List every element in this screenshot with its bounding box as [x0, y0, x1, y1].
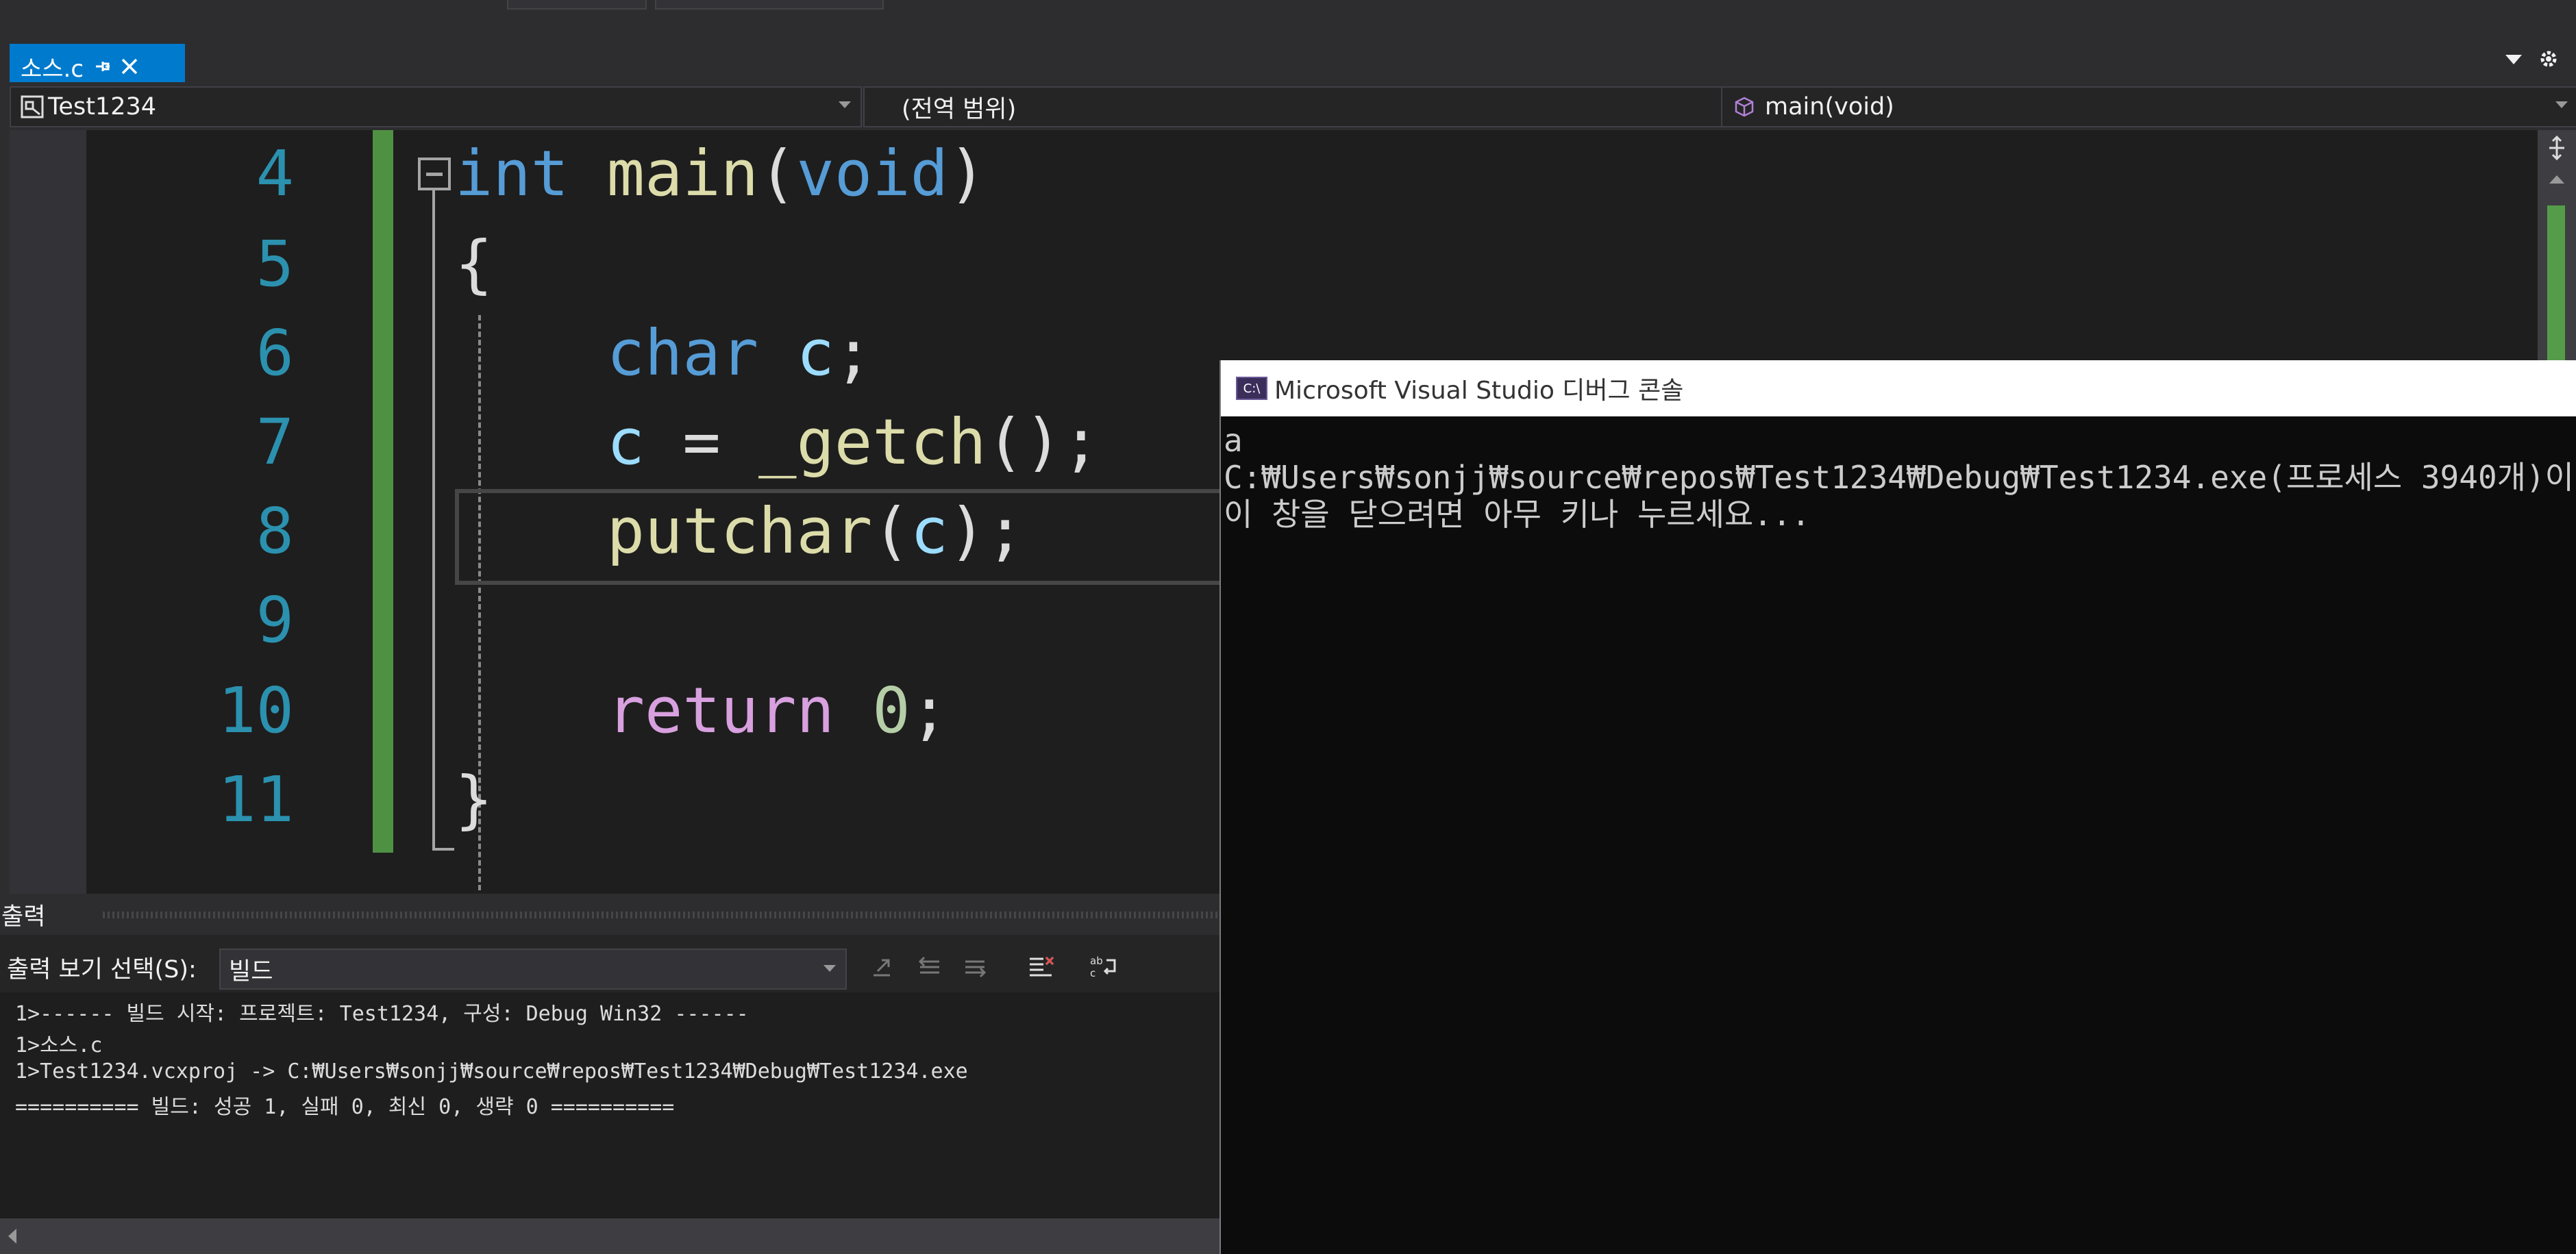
console-title: Microsoft Visual Studio 디버그 콘솔	[1274, 377, 1684, 405]
horizontal-scrollbar[interactable]	[0, 1218, 1221, 1254]
keyword: return	[606, 674, 834, 747]
output-title-bar: 출력	[0, 894, 1222, 935]
punctuation: ();	[986, 405, 1100, 479]
scope-label: (전역 범위)	[902, 95, 1017, 123]
chevron-down-icon	[823, 965, 836, 972]
output-line: 1>------ 빌드 시작: 프로젝트: Test1234, 구성: Debu…	[15, 1002, 749, 1026]
output-line: 1>Test1234.vcxproj -> C:₩Users₩sonjj₩sou…	[15, 1059, 968, 1083]
variable: c	[910, 494, 949, 568]
keyword: char	[606, 316, 759, 390]
code-line-5[interactable]: {	[455, 230, 493, 299]
line-number: 5	[256, 227, 294, 301]
code-line-4[interactable]: int main(void)	[455, 140, 986, 208]
close-icon[interactable]	[121, 58, 138, 75]
console-line: C:₩Users₩sonjj₩source₩repos₩Test1234₩Deb…	[1224, 459, 2574, 496]
output-line: 1>소스.c	[15, 1033, 103, 1057]
svg-text:c: c	[1090, 967, 1095, 979]
output-text-area[interactable]: 1>------ 빌드 시작: 프로젝트: Test1234, 구성: Debu…	[0, 992, 1221, 1218]
pin-icon[interactable]	[93, 58, 111, 75]
document-tab-strip: 소스.c	[0, 10, 2576, 92]
punctuation: ;	[834, 316, 873, 390]
console-app-icon: C:\	[1236, 377, 1267, 400]
line-number: 9	[256, 584, 294, 657]
gear-icon[interactable]	[2535, 45, 2562, 73]
output-line: ========== 빌드: 성공 1, 실패 0, 최신 0, 생략 0 ==…	[15, 1095, 675, 1119]
project-name: Test1234	[48, 93, 156, 121]
number-literal: 0	[872, 674, 911, 747]
output-panel: 출력 출력 보기 선택(S): 빌드 ab c 1>------ 빌드 시작: 프…	[0, 894, 1222, 1254]
scroll-left-icon[interactable]	[5, 1228, 19, 1244]
code-line-6[interactable]: char c;	[455, 316, 873, 390]
output-source-select[interactable]: 빌드	[219, 949, 847, 990]
split-icon[interactable]	[2543, 134, 2571, 162]
line-number: 7	[256, 405, 294, 479]
outline-end	[432, 848, 454, 851]
method-cube-icon	[1731, 97, 1758, 117]
function-name: main	[606, 137, 759, 210]
operator: =	[644, 405, 759, 479]
code-line-8[interactable]: putchar(c);	[455, 497, 1024, 566]
output-source-label: 출력 보기 선택(S):	[7, 955, 197, 983]
toolbar-combo[interactable]	[655, 0, 884, 10]
punctuation: );	[948, 494, 1024, 568]
variable: c	[796, 316, 834, 390]
debug-console-window[interactable]: C:\ Microsoft Visual Studio 디버그 콘솔 a C:₩…	[1219, 360, 2576, 1254]
toolbar-combo[interactable]	[507, 0, 647, 10]
line-number: 4	[256, 137, 294, 210]
glyph-margin	[10, 130, 86, 897]
collapse-icon[interactable]	[418, 158, 451, 190]
word-wrap-icon[interactable]: ab c	[1088, 951, 1119, 983]
output-toolbar: 출력 보기 선택(S): 빌드 ab c	[0, 944, 1221, 990]
navigation-bar: Test1234 (전역 범위) main(void)	[10, 82, 2576, 129]
member-label: main(void)	[1765, 93, 1894, 121]
project-dropdown[interactable]: Test1234	[10, 86, 862, 127]
line-number: 8	[256, 494, 294, 568]
outline-line	[432, 190, 435, 849]
code-line-11[interactable]: }	[455, 766, 493, 834]
function-name: putchar	[606, 494, 873, 568]
toolbar-strip	[0, 0, 2576, 10]
keyword: int	[455, 137, 569, 210]
chevron-down-icon[interactable]	[2502, 48, 2525, 71]
chevron-down-icon	[839, 101, 851, 108]
tab-label: 소스.c	[21, 55, 84, 83]
output-source-value: 빌드	[229, 957, 273, 986]
change-tracking-bar	[373, 130, 393, 853]
clear-all-icon[interactable]	[1025, 951, 1056, 983]
panel-grip[interactable]	[103, 912, 1222, 918]
console-title-bar[interactable]: C:\ Microsoft Visual Studio 디버그 콘솔	[1221, 360, 2576, 416]
scope-dropdown[interactable]: (전역 범위)	[863, 86, 1757, 127]
go-to-source-icon[interactable]	[866, 951, 897, 983]
punctuation: )	[948, 137, 987, 210]
project-icon	[16, 95, 48, 118]
chevron-down-icon	[2555, 101, 2568, 108]
line-number: 6	[256, 316, 294, 390]
brace: {	[455, 227, 493, 301]
scroll-up-icon[interactable]	[2547, 171, 2566, 188]
console-line: a	[1224, 422, 1243, 459]
console-line: 이 창을 닫으려면 아무 키나 누르세요...	[1224, 496, 1811, 533]
variable: c	[606, 405, 645, 479]
keyword: void	[796, 137, 949, 210]
line-number: 10	[218, 674, 294, 747]
member-dropdown[interactable]: main(void)	[1721, 86, 2576, 127]
next-message-icon[interactable]	[959, 951, 991, 983]
svg-text:ab: ab	[1090, 955, 1103, 967]
code-line-7[interactable]: c = _getch();	[455, 408, 1100, 477]
function-name: _getch	[758, 405, 987, 479]
line-number: 11	[218, 763, 294, 836]
punctuation: (	[758, 137, 797, 210]
code-line-10[interactable]: return 0;	[455, 674, 949, 747]
brace: }	[455, 763, 493, 836]
previous-message-icon[interactable]	[914, 951, 945, 983]
punctuation: (	[872, 494, 911, 568]
output-title: 출력	[1, 903, 46, 931]
punctuation: ;	[910, 674, 949, 747]
